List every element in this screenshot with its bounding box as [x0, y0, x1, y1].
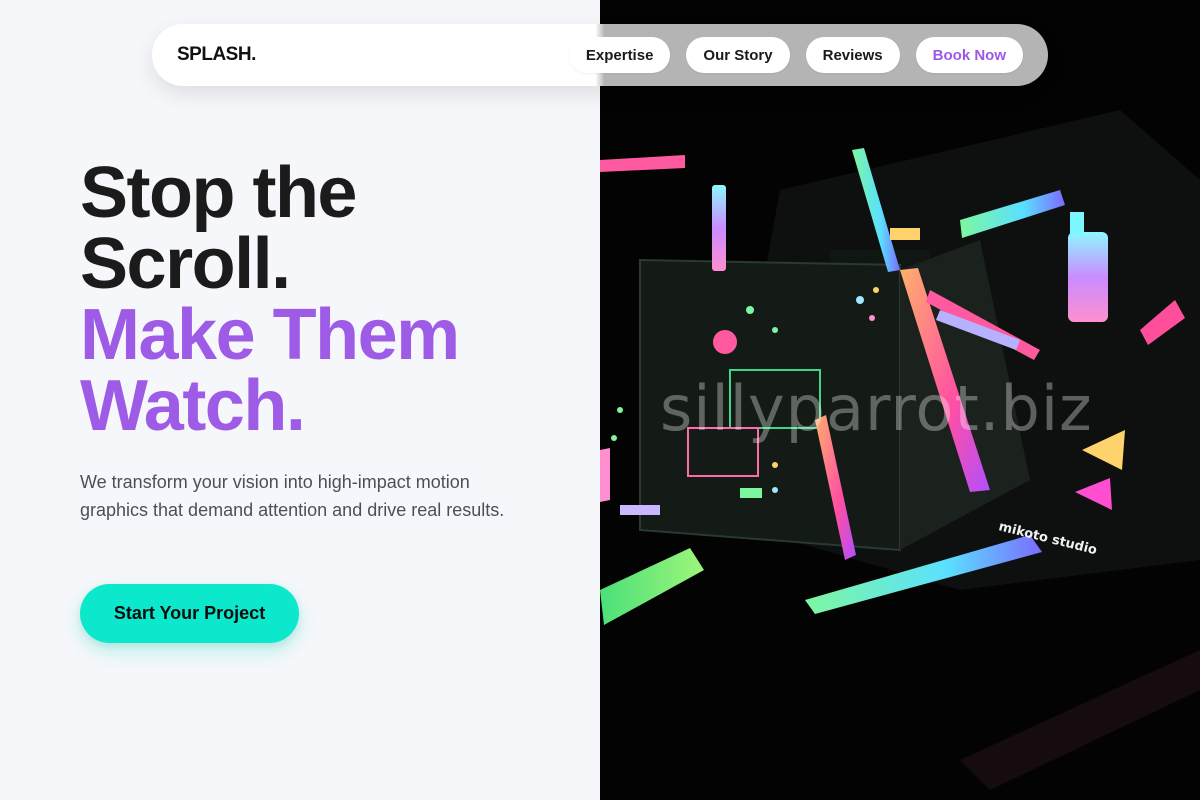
book-now-button[interactable]: Book Now — [915, 37, 1023, 73]
headline-line-1: Stop the — [80, 153, 357, 233]
headline-accent-line-2: Watch. — [80, 366, 306, 446]
headline-accent-line-1: Make Them — [80, 295, 460, 375]
nav-item-expertise[interactable]: Expertise — [568, 37, 671, 73]
start-project-button[interactable]: Start Your Project — [80, 584, 299, 643]
nav-links: Expertise Our Story Reviews Book Now — [568, 37, 1023, 73]
brand-logo[interactable]: SPLASH. — [177, 44, 256, 66]
headline-line-2: Scroll. — [80, 224, 291, 304]
hero-subtitle: We transform your vision into high-impac… — [80, 472, 505, 520]
top-navbar: SPLASH. Expertise Our Story Reviews Book… — [152, 24, 1048, 86]
landing-page: mikoto studio sillyparrot.biz SPLASH. Ex… — [0, 0, 1200, 800]
watermark-text: sillyparrot.biz — [660, 372, 1093, 445]
hero-headline: Stop the Scroll. Make Them Watch. — [80, 153, 580, 446]
nav-item-reviews[interactable]: Reviews — [805, 37, 900, 73]
nav-item-our-story[interactable]: Our Story — [686, 37, 790, 73]
